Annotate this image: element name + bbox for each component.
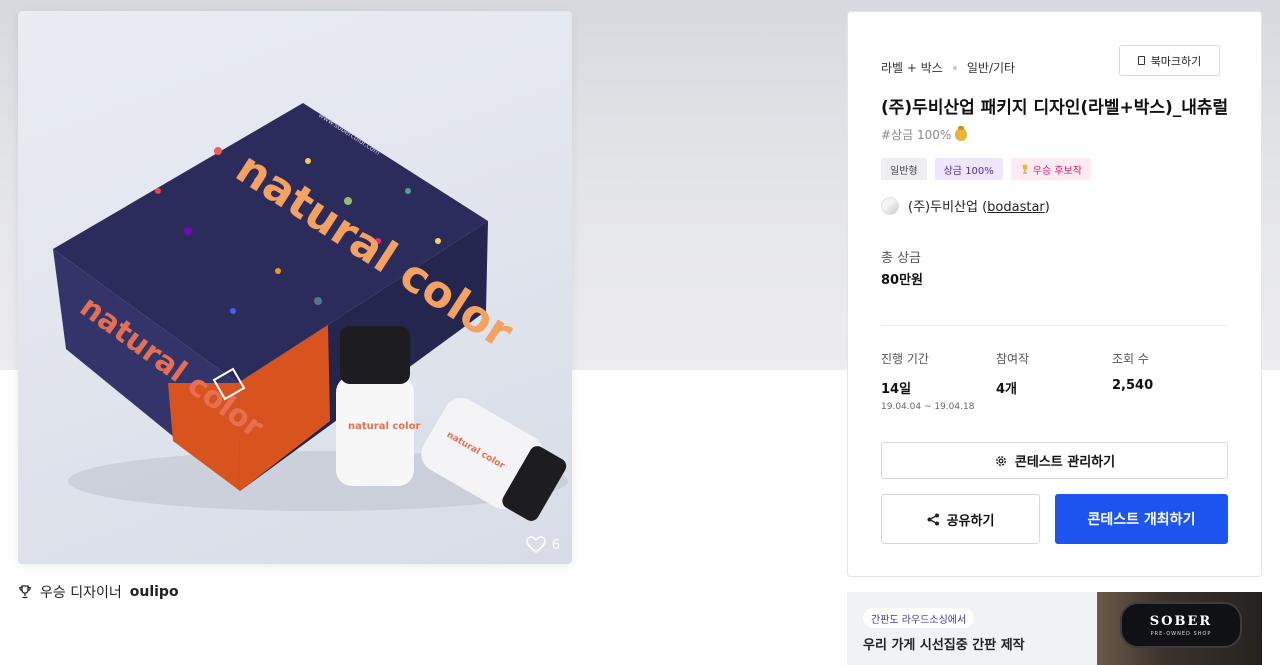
badge-prize-full: 상금 100% bbox=[934, 158, 1003, 180]
ad-headline: 우리 가게 시선집중 간판 제작 bbox=[863, 638, 1025, 653]
bottle-label-text: natural color bbox=[348, 421, 420, 432]
stat-duration-value: 14일 bbox=[881, 382, 912, 397]
product-photo: natural color www.sobercolor.com natural… bbox=[53, 103, 568, 521]
stat-entries-label: 참여작 bbox=[996, 352, 1030, 366]
contest-info-panel: 라벨 + 박스 일반/기타 북마크하기 (주)두비산업 패키지 디자인(라벨+박… bbox=[847, 11, 1262, 577]
bookmark-button[interactable]: 북마크하기 bbox=[1119, 45, 1220, 76]
host-contest-label: 콘테스트 개최하기 bbox=[1087, 512, 1196, 528]
money-bag-icon bbox=[955, 126, 968, 141]
stat-views-value: 2,540 bbox=[1112, 378, 1154, 393]
stat-entries: 참여작 4개 bbox=[996, 350, 1029, 397]
badge-winner-candidate: 우승 후보작 bbox=[1010, 158, 1091, 180]
avatar bbox=[881, 196, 899, 215]
breadcrumb: 라벨 + 박스 일반/기타 bbox=[881, 59, 1015, 76]
contest-title: (주)두비산업 패키지 디자인(라벨+박스)_내츄럴 bbox=[881, 98, 1229, 118]
contest-owner: (주)두비산업 (bodastar) bbox=[881, 196, 1050, 215]
ad-photo: SOBER PRE-OWNED SHOP bbox=[1097, 592, 1262, 665]
trophy-icon bbox=[1022, 164, 1027, 174]
stat-duration: 진행 기간 14일 19.04.04 ~ 19.04.18 bbox=[881, 350, 974, 412]
manage-contest-button[interactable]: 콘테스트 관리하기 bbox=[881, 442, 1228, 479]
stat-entries-value: 4개 bbox=[996, 382, 1018, 397]
heart-icon bbox=[525, 536, 546, 554]
stat-duration-label: 진행 기간 bbox=[881, 352, 929, 366]
badge-general-type: 일반형 bbox=[881, 158, 927, 180]
like-count: 6 bbox=[551, 537, 560, 553]
manage-contest-label: 콘테스트 관리하기 bbox=[1014, 455, 1116, 470]
stat-views-label: 조회 수 bbox=[1112, 352, 1149, 366]
stat-views: 조회 수 2,540 bbox=[1112, 350, 1153, 393]
badge-winner-candidate-label: 우승 후보작 bbox=[1032, 165, 1082, 177]
bookmark-label: 북마크하기 bbox=[1150, 54, 1202, 68]
breadcrumb-subcategory[interactable]: 일반/기타 bbox=[967, 59, 1015, 76]
owner-handle-link[interactable]: bodastar bbox=[987, 200, 1045, 215]
total-prize-label: 총 상금 bbox=[881, 251, 922, 266]
sign-main-text: SOBER bbox=[1149, 613, 1213, 629]
breadcrumb-separator bbox=[952, 65, 957, 70]
winner-name[interactable]: oulipo bbox=[130, 584, 179, 600]
product-image[interactable]: natural color www.sobercolor.com natural… bbox=[18, 11, 572, 564]
owner-paren-close: ) bbox=[1044, 200, 1050, 215]
winner-designer: 우승 디자이너 oulipo bbox=[18, 582, 179, 602]
prize-hashtag: #상금 100% bbox=[881, 126, 968, 143]
hashtag-text[interactable]: #상금 100% bbox=[881, 126, 951, 143]
total-prize-value: 80만원 bbox=[881, 273, 924, 288]
badge-list: 일반형 상금 100% 우승 후보작 bbox=[881, 158, 1091, 180]
share-icon bbox=[927, 513, 939, 525]
ad-tag: 간판도 라우드소싱에서 bbox=[863, 608, 975, 628]
share-label: 공유하기 bbox=[946, 513, 995, 529]
like-button[interactable]: 6 bbox=[525, 536, 560, 554]
share-button[interactable]: 공유하기 bbox=[881, 494, 1040, 544]
sign-sub-text: PRE-OWNED SHOP bbox=[1150, 630, 1212, 637]
signboard-image: SOBER PRE-OWNED SHOP bbox=[1120, 602, 1242, 648]
trophy-icon bbox=[19, 585, 31, 599]
owner-name: (주)두비산업 bbox=[908, 200, 978, 215]
signboard-ad-banner[interactable]: 간판도 라우드소싱에서 우리 가게 시선집중 간판 제작 SOBER PRE-O… bbox=[847, 592, 1262, 665]
gear-icon bbox=[995, 455, 1006, 466]
breadcrumb-category[interactable]: 라벨 + 박스 bbox=[881, 59, 943, 76]
stat-duration-range: 19.04.04 ~ 19.04.18 bbox=[881, 402, 975, 412]
divider bbox=[881, 325, 1228, 326]
winner-prefix: 우승 디자이너 bbox=[40, 585, 122, 601]
bookmark-icon bbox=[1137, 56, 1145, 65]
host-contest-button[interactable]: 콘테스트 개최하기 bbox=[1055, 494, 1228, 544]
